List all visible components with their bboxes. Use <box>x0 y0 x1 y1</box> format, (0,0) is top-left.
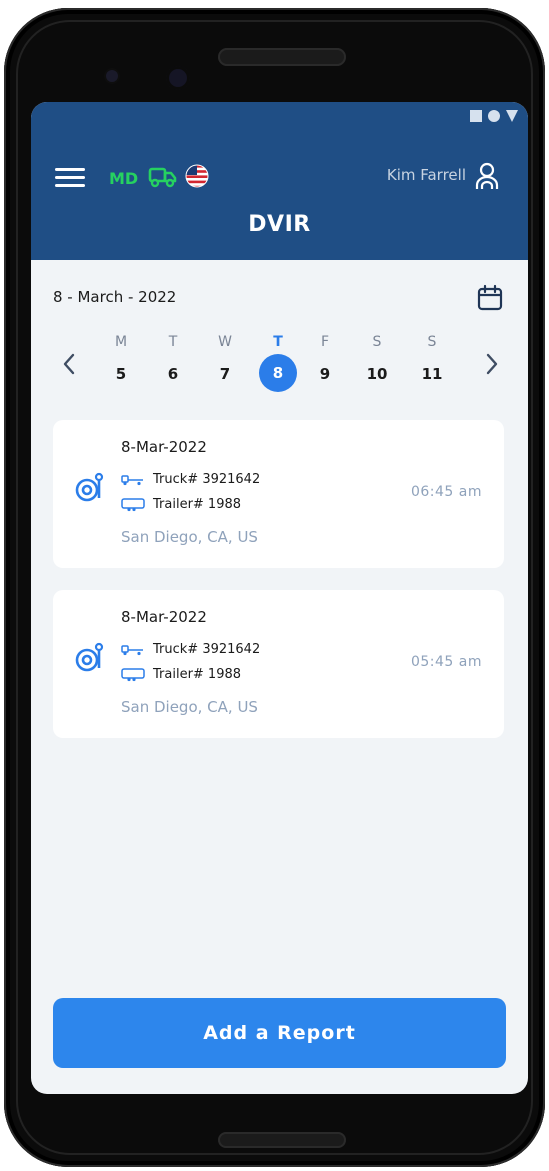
status-circle-icon <box>488 110 500 122</box>
report-card[interactable]: 8-Mar-2022 Truck# 3921642 Trailer# 1988 … <box>53 590 504 738</box>
day-number: 7 <box>219 365 231 383</box>
user-name[interactable]: Kim Farrell <box>387 166 466 184</box>
status-square-icon <box>470 110 482 122</box>
day-item-selected[interactable]: T 8 <box>258 334 298 392</box>
trailer-number: Trailer# 1988 <box>153 667 242 682</box>
day-item[interactable]: T 6 <box>153 334 193 388</box>
trailer-line: Trailer# 1988 <box>121 667 241 682</box>
day-letter: M <box>114 334 128 350</box>
report-location: San Diego, CA, US <box>121 698 258 716</box>
day-letter: S <box>427 334 437 350</box>
menu-icon[interactable] <box>55 168 85 188</box>
day-number: 5 <box>115 365 127 383</box>
trailer-line: Trailer# 1988 <box>121 497 241 512</box>
truck-small-icon <box>121 474 143 485</box>
report-time: 06:45 am <box>410 484 482 500</box>
chevron-right-icon[interactable] <box>484 352 500 376</box>
day-item[interactable]: F 9 <box>305 334 345 388</box>
bottom-speaker <box>218 1132 346 1148</box>
day-number: 10 <box>366 365 388 383</box>
app-header: MD Kim Farrell DVIR <box>31 102 528 260</box>
truck-line: Truck# 3921642 <box>121 472 260 487</box>
report-time: 05:45 am <box>410 654 482 670</box>
app-screen: MD Kim Farrell DVIR 8 - March - 2022 M 5… <box>31 102 528 1094</box>
report-location: San Diego, CA, US <box>121 528 258 546</box>
steering-wheel-icon <box>75 642 104 672</box>
day-number: 11 <box>421 365 443 383</box>
truck-icon <box>148 167 177 188</box>
report-date: 8-Mar-2022 <box>121 438 207 456</box>
day-letter: T <box>168 334 178 350</box>
day-item[interactable]: S 11 <box>412 334 452 388</box>
trailer-icon <box>121 667 145 681</box>
day-item[interactable]: S 10 <box>357 334 397 388</box>
earpiece-speaker <box>218 48 346 66</box>
report-date: 8-Mar-2022 <box>121 608 207 626</box>
day-number: 9 <box>319 365 331 383</box>
week-strip: M 5 T 6 W 7 T 8 F 9 S 10 S 11 <box>101 334 457 394</box>
trailer-number: Trailer# 1988 <box>153 497 242 512</box>
day-letter: T <box>273 334 283 350</box>
front-camera <box>166 66 190 90</box>
day-letter: F <box>320 334 330 350</box>
us-flag-icon <box>185 164 209 188</box>
day-item[interactable]: M 5 <box>101 334 141 388</box>
day-item[interactable]: W 7 <box>205 334 245 388</box>
day-number: 6 <box>167 365 179 383</box>
user-icon[interactable] <box>474 162 500 192</box>
calendar-icon[interactable] <box>476 284 504 312</box>
report-card[interactable]: 8-Mar-2022 Truck# 3921642 Trailer# 1988 … <box>53 420 504 568</box>
steering-wheel-icon <box>75 472 104 502</box>
truck-number: Truck# 3921642 <box>153 642 261 657</box>
chevron-left-icon[interactable] <box>61 352 77 376</box>
status-bar <box>470 110 518 122</box>
sensor-dot <box>106 70 118 82</box>
day-letter: W <box>218 334 232 350</box>
trailer-icon <box>121 497 145 511</box>
page-title: DVIR <box>248 212 311 237</box>
day-letter: S <box>372 334 382 350</box>
truck-line: Truck# 3921642 <box>121 642 260 657</box>
truck-small-icon <box>121 644 143 655</box>
add-report-button[interactable]: Add a Report <box>53 998 506 1068</box>
truck-number: Truck# 3921642 <box>153 472 261 487</box>
selected-date-label: 8 - March - 2022 <box>53 288 177 306</box>
day-number: 8 <box>259 354 297 392</box>
status-triangle-icon <box>506 110 518 122</box>
md-badge: MD <box>109 169 139 188</box>
